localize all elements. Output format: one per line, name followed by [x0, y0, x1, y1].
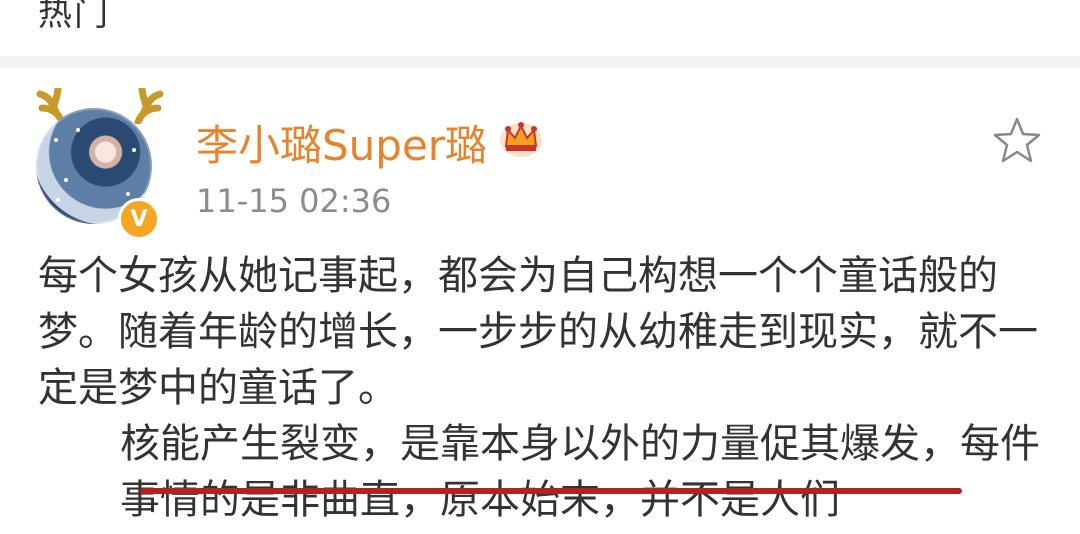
- tab-hot[interactable]: 热门: [38, 0, 110, 35]
- post-timestamp: 11-15 02:36: [196, 182, 392, 220]
- highlight-underline: [140, 488, 962, 494]
- post-paragraph: 每个女孩从她记事起，都会为自己构想一个个童话般的梦。随着年龄的增长，一步步的从幼…: [38, 253, 1038, 411]
- verified-badge: V: [118, 198, 160, 240]
- section-divider: [0, 56, 1080, 68]
- username[interactable]: 李小璐Super璐: [196, 112, 487, 173]
- avatar-block[interactable]: V: [36, 88, 166, 240]
- post-body: 每个女孩从她记事起，都会为自己构想一个个童话般的梦。随着年龄的增长，一步步的从幼…: [38, 248, 1048, 528]
- crown-icon[interactable]: [498, 116, 544, 158]
- post-card: V 李小璐Super璐 11-15 02:36 每个女孩从她记事起，都会为自己构…: [0, 68, 1080, 534]
- top-tab-bar: 热门: [0, 0, 1080, 57]
- post-paragraph: 核能产生裂变，是靠本身以外的力量促其爆发，每件事情的是非曲直，原本始末，并不是人…: [120, 421, 1040, 523]
- star-icon[interactable]: [992, 116, 1042, 164]
